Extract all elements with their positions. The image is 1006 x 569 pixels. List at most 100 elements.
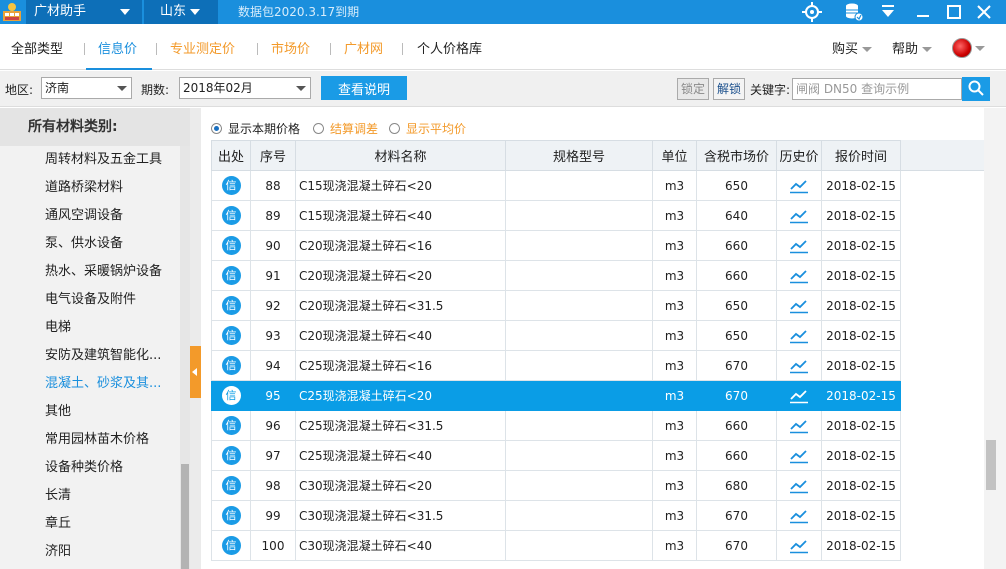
trend-chart-icon[interactable] xyxy=(789,388,809,404)
sidebar-item[interactable]: 其他 xyxy=(45,400,71,419)
cell-spec xyxy=(505,350,653,381)
sidebar-item[interactable]: 泵、供水设备 xyxy=(45,232,123,251)
sidebar-item[interactable]: 设备种类价格 xyxy=(45,456,123,475)
cell-source: 信 xyxy=(211,350,251,381)
sidebar-item[interactable]: 电气设备及附件 xyxy=(45,288,136,307)
sidebar-item[interactable]: 济阳 xyxy=(45,540,71,559)
sidebar-item[interactable]: 章丘 xyxy=(45,512,71,531)
table-scroll-thumb[interactable] xyxy=(986,440,996,490)
trend-chart-icon[interactable] xyxy=(789,298,809,314)
close-icon[interactable] xyxy=(973,1,995,23)
sidebar-scroll-thumb[interactable] xyxy=(181,464,189,569)
trend-chart-icon[interactable] xyxy=(789,418,809,434)
col-header-price[interactable]: 含税市场价 xyxy=(696,140,777,171)
table-row[interactable]: 信 96 C25现浇混凝土碎石<31.5 m3 660 2018-02-15 xyxy=(211,410,901,441)
minimize-icon[interactable] xyxy=(912,1,934,23)
sidebar-item[interactable]: 长清 xyxy=(45,484,71,503)
download-icon[interactable] xyxy=(877,1,899,23)
collapse-sidebar-button[interactable] xyxy=(190,346,201,398)
trend-chart-icon[interactable] xyxy=(789,208,809,224)
sidebar-item[interactable]: 道路桥梁材料 xyxy=(45,176,123,195)
menu-gcw[interactable]: 广材网 xyxy=(344,38,383,57)
trend-chart-icon[interactable] xyxy=(789,448,809,464)
col-header-no[interactable]: 序号 xyxy=(250,140,296,171)
table-row[interactable]: 信 94 C25现浇混凝土碎石<16 m3 670 2018-02-15 xyxy=(211,350,901,381)
menu-market-price[interactable]: 市场价 xyxy=(271,38,310,57)
col-header-spec[interactable]: 规格型号 xyxy=(505,140,653,171)
col-header-date[interactable]: 报价时间 xyxy=(821,140,901,171)
source-badge[interactable]: 信 xyxy=(221,176,241,195)
radio-settlement[interactable]: 结算调差 xyxy=(313,120,378,137)
sidebar-item[interactable]: 通风空调设备 xyxy=(45,204,123,223)
col-header-name[interactable]: 材料名称 xyxy=(295,140,506,171)
region-label: 山东 xyxy=(160,4,187,19)
menu-professional-price[interactable]: 专业测定价 xyxy=(170,38,235,57)
menu-personal-library[interactable]: 个人价格库 xyxy=(417,38,482,57)
unlock-button[interactable]: 解锁 xyxy=(713,78,746,100)
menu-divider xyxy=(402,43,403,55)
trend-chart-icon[interactable] xyxy=(789,178,809,194)
trend-chart-icon[interactable] xyxy=(789,328,809,344)
table-row[interactable]: 信 91 C20现浇混凝土碎石<20 m3 660 2018-02-15 xyxy=(211,260,901,291)
source-badge[interactable]: 信 xyxy=(221,356,241,375)
panel-splitter[interactable] xyxy=(190,108,201,569)
source-badge[interactable]: 信 xyxy=(221,536,241,555)
sidebar-item[interactable]: 周转材料及五金工具 xyxy=(45,148,162,167)
trend-chart-icon[interactable] xyxy=(789,238,809,254)
menu-all-types[interactable]: 全部类型 xyxy=(11,38,63,57)
sidebar-item[interactable]: 热水、采暖锅炉设备 xyxy=(45,260,162,279)
keyword-search-input[interactable] xyxy=(792,78,962,100)
table-row[interactable]: 信 88 C15现浇混凝土碎石<20 m3 650 2018-02-15 xyxy=(211,170,901,201)
app-title-dropdown[interactable]: 广材助手 xyxy=(26,0,142,24)
sidebar-item[interactable]: 电梯 xyxy=(45,316,71,335)
sidebar-item[interactable]: 混凝土、砂浆及其... xyxy=(45,372,161,391)
source-badge[interactable]: 信 xyxy=(221,506,241,525)
table-row[interactable]: 信 95 C25现浇混凝土碎石<20 m3 670 2018-02-15 xyxy=(211,380,901,411)
col-header-source[interactable]: 出处 xyxy=(211,140,251,171)
trend-chart-icon[interactable] xyxy=(789,268,809,284)
search-button[interactable] xyxy=(962,77,990,101)
view-explanation-button[interactable]: 查看说明 xyxy=(321,76,407,100)
period-select[interactable]: 2018年02月 xyxy=(179,77,311,99)
table-row[interactable]: 信 97 C25现浇混凝土碎石<40 m3 660 2018-02-15 xyxy=(211,440,901,471)
table-row[interactable]: 信 100 C30现浇混凝土碎石<40 m3 670 2018-02-15 xyxy=(211,530,901,561)
source-badge[interactable]: 信 xyxy=(221,446,241,465)
maximize-icon[interactable] xyxy=(943,1,965,23)
avatar[interactable] xyxy=(952,38,972,58)
cell-price: 660 xyxy=(696,230,777,261)
lock-button[interactable]: 锁定 xyxy=(677,78,710,100)
table-row[interactable]: 信 89 C15现浇混凝土碎石<40 m3 640 2018-02-15 xyxy=(211,200,901,231)
col-header-unit[interactable]: 单位 xyxy=(652,140,697,171)
locate-icon[interactable] xyxy=(801,1,823,23)
region-dropdown[interactable]: 山东 xyxy=(144,0,218,24)
menu-info-price[interactable]: 信息价 xyxy=(98,38,137,57)
database-icon[interactable] xyxy=(843,1,865,23)
chevron-down-icon[interactable] xyxy=(975,46,985,51)
source-badge[interactable]: 信 xyxy=(221,326,241,345)
table-row[interactable]: 信 90 C20现浇混凝土碎石<16 m3 660 2018-02-15 xyxy=(211,230,901,261)
trend-chart-icon[interactable] xyxy=(789,358,809,374)
region-filter-select[interactable]: 济南 xyxy=(41,77,132,99)
col-header-history[interactable]: 历史价 xyxy=(776,140,822,171)
trend-chart-icon[interactable] xyxy=(789,538,809,554)
table-row[interactable]: 信 92 C20现浇混凝土碎石<31.5 m3 650 2018-02-15 xyxy=(211,290,901,321)
source-badge[interactable]: 信 xyxy=(221,266,241,285)
source-badge[interactable]: 信 xyxy=(221,416,241,435)
radio-show-average[interactable]: 显示平均价 xyxy=(389,120,466,137)
trend-chart-icon[interactable] xyxy=(789,478,809,494)
source-badge[interactable]: 信 xyxy=(221,206,241,225)
table-row[interactable]: 信 99 C30现浇混凝土碎石<31.5 m3 670 2018-02-15 xyxy=(211,500,901,531)
table-row[interactable]: 信 98 C30现浇混凝土碎石<20 m3 680 2018-02-15 xyxy=(211,470,901,501)
table-scrollbar[interactable] xyxy=(984,108,1006,569)
radio-show-current[interactable]: 显示本期价格 xyxy=(211,120,300,137)
source-badge[interactable]: 信 xyxy=(221,236,241,255)
trend-chart-icon[interactable] xyxy=(789,508,809,524)
sidebar-item[interactable]: 安防及建筑智能化... xyxy=(45,344,161,363)
source-badge[interactable]: 信 xyxy=(221,386,241,405)
help-menu[interactable]: 帮助 xyxy=(892,38,933,57)
buy-menu[interactable]: 购买 xyxy=(832,38,873,57)
table-row[interactable]: 信 93 C20现浇混凝土碎石<40 m3 650 2018-02-15 xyxy=(211,320,901,351)
source-badge[interactable]: 信 xyxy=(221,476,241,495)
source-badge[interactable]: 信 xyxy=(221,296,241,315)
sidebar-item[interactable]: 常用园林苗木价格 xyxy=(45,428,149,447)
